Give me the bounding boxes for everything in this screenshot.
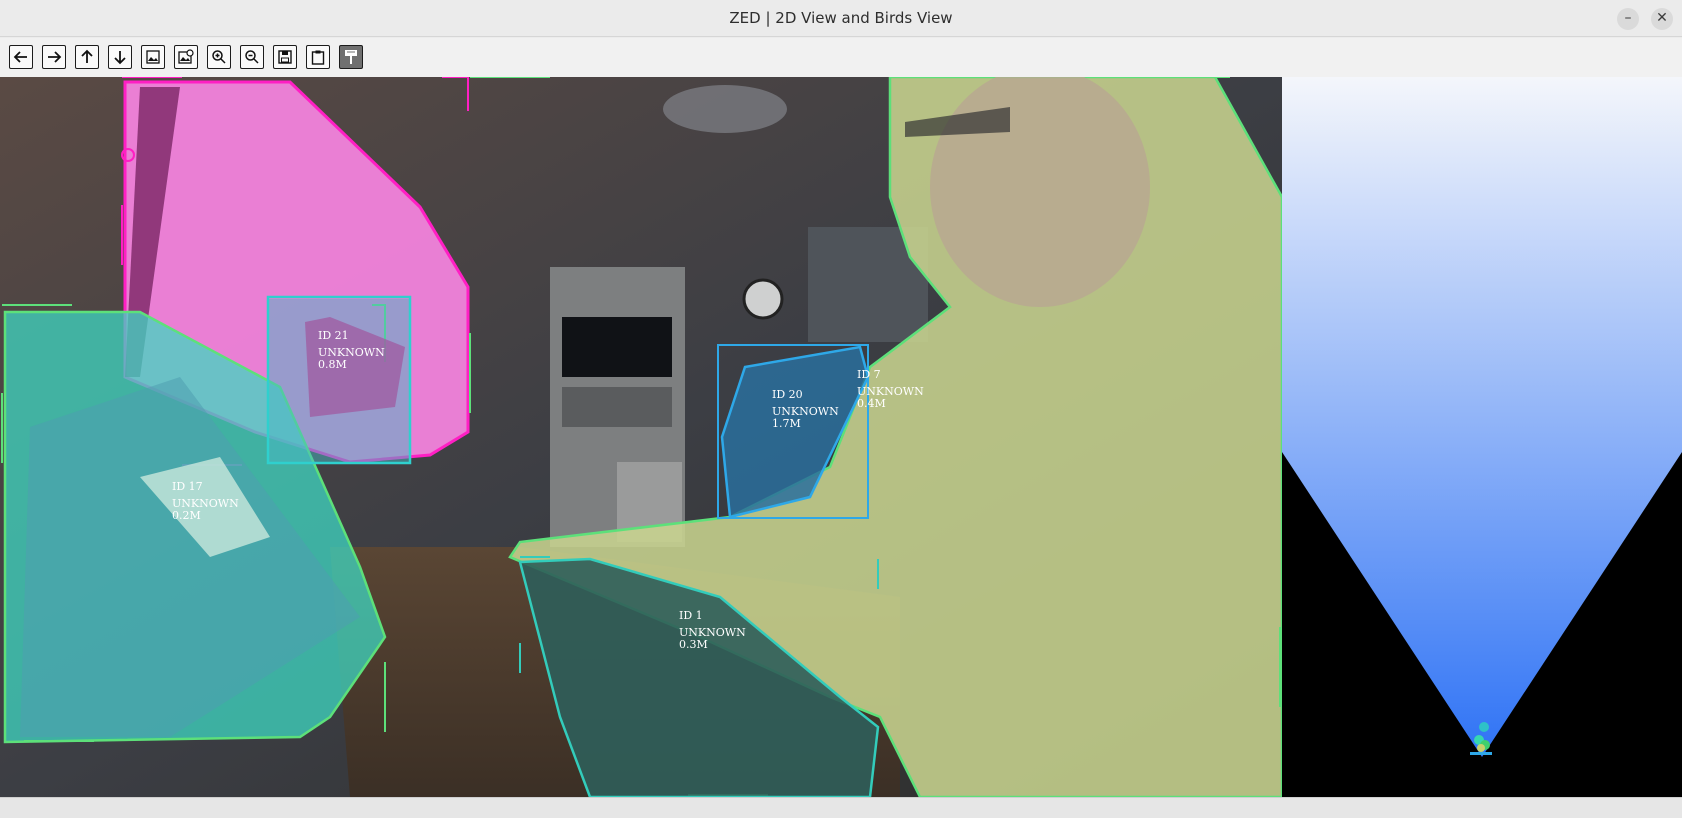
- toolbar: [0, 38, 1682, 77]
- birds-view-object-face: [1477, 744, 1485, 752]
- save-icon: [278, 50, 292, 64]
- birds-view-canvas: [1282, 77, 1682, 797]
- zoom-in-icon: [212, 50, 226, 64]
- paint-icon: [345, 50, 357, 64]
- title-bar: ZED | 2D View and Birds View – ✕: [0, 0, 1682, 37]
- detection-id-label: ID 7: [857, 368, 881, 381]
- zoom-in-button[interactable]: [207, 45, 231, 69]
- close-button[interactable]: ✕: [1651, 8, 1673, 30]
- image-settings-icon: [178, 49, 194, 64]
- paint-button[interactable]: [339, 45, 363, 69]
- zoom-out-button[interactable]: [240, 45, 264, 69]
- detection-distance: 0.4M: [857, 397, 886, 410]
- status-bar: [0, 797, 1682, 818]
- detection-distance: 0.8M: [318, 358, 347, 371]
- image-settings-button[interactable]: [174, 45, 198, 69]
- birds-view: [1282, 77, 1682, 797]
- ceiling-light: [663, 85, 787, 133]
- clipboard-icon: [311, 50, 325, 65]
- minimize-button[interactable]: –: [1617, 8, 1639, 30]
- up-button[interactable]: [75, 45, 99, 69]
- clipboard-button[interactable]: [306, 45, 330, 69]
- detection-distance: 0.2M: [172, 509, 201, 522]
- back-button[interactable]: [9, 45, 33, 69]
- forward-button[interactable]: [42, 45, 66, 69]
- birds-view-camera-marker: [1470, 752, 1492, 755]
- save-button[interactable]: [273, 45, 297, 69]
- back-icon: [13, 51, 27, 63]
- person-face: [930, 77, 1150, 307]
- detection-id-label: ID 21: [318, 329, 349, 342]
- window-title: ZED | 2D View and Birds View: [729, 9, 953, 27]
- camera-view: ID 21 UNKNOWN 0.8M ID 17 UNKNOWN 0.2M ID 20 UNK…: [0, 77, 1282, 797]
- zoom-out-icon: [245, 50, 259, 64]
- image-icon: [146, 50, 160, 64]
- image-button[interactable]: [141, 45, 165, 69]
- detection-distance: 1.7M: [772, 417, 801, 430]
- shelf-monitor: [562, 317, 672, 377]
- wall-clock: [742, 278, 784, 320]
- up-icon: [81, 49, 93, 63]
- down-icon: [114, 51, 126, 65]
- detection-distance: 0.3M: [679, 638, 708, 651]
- down-button[interactable]: [108, 45, 132, 69]
- forward-icon: [48, 51, 62, 63]
- camera-frame: ID 21UNKNOWN0.8MID 17UNKNOWN0.2MID 20UNK…: [0, 77, 1282, 797]
- detection-id-label: ID 17: [172, 480, 203, 493]
- shelf-box: [562, 387, 672, 427]
- detection-id-label: ID 20: [772, 388, 803, 401]
- birds-view-object-keyboard: [1479, 722, 1489, 732]
- detection-id-label: ID 1: [679, 609, 703, 622]
